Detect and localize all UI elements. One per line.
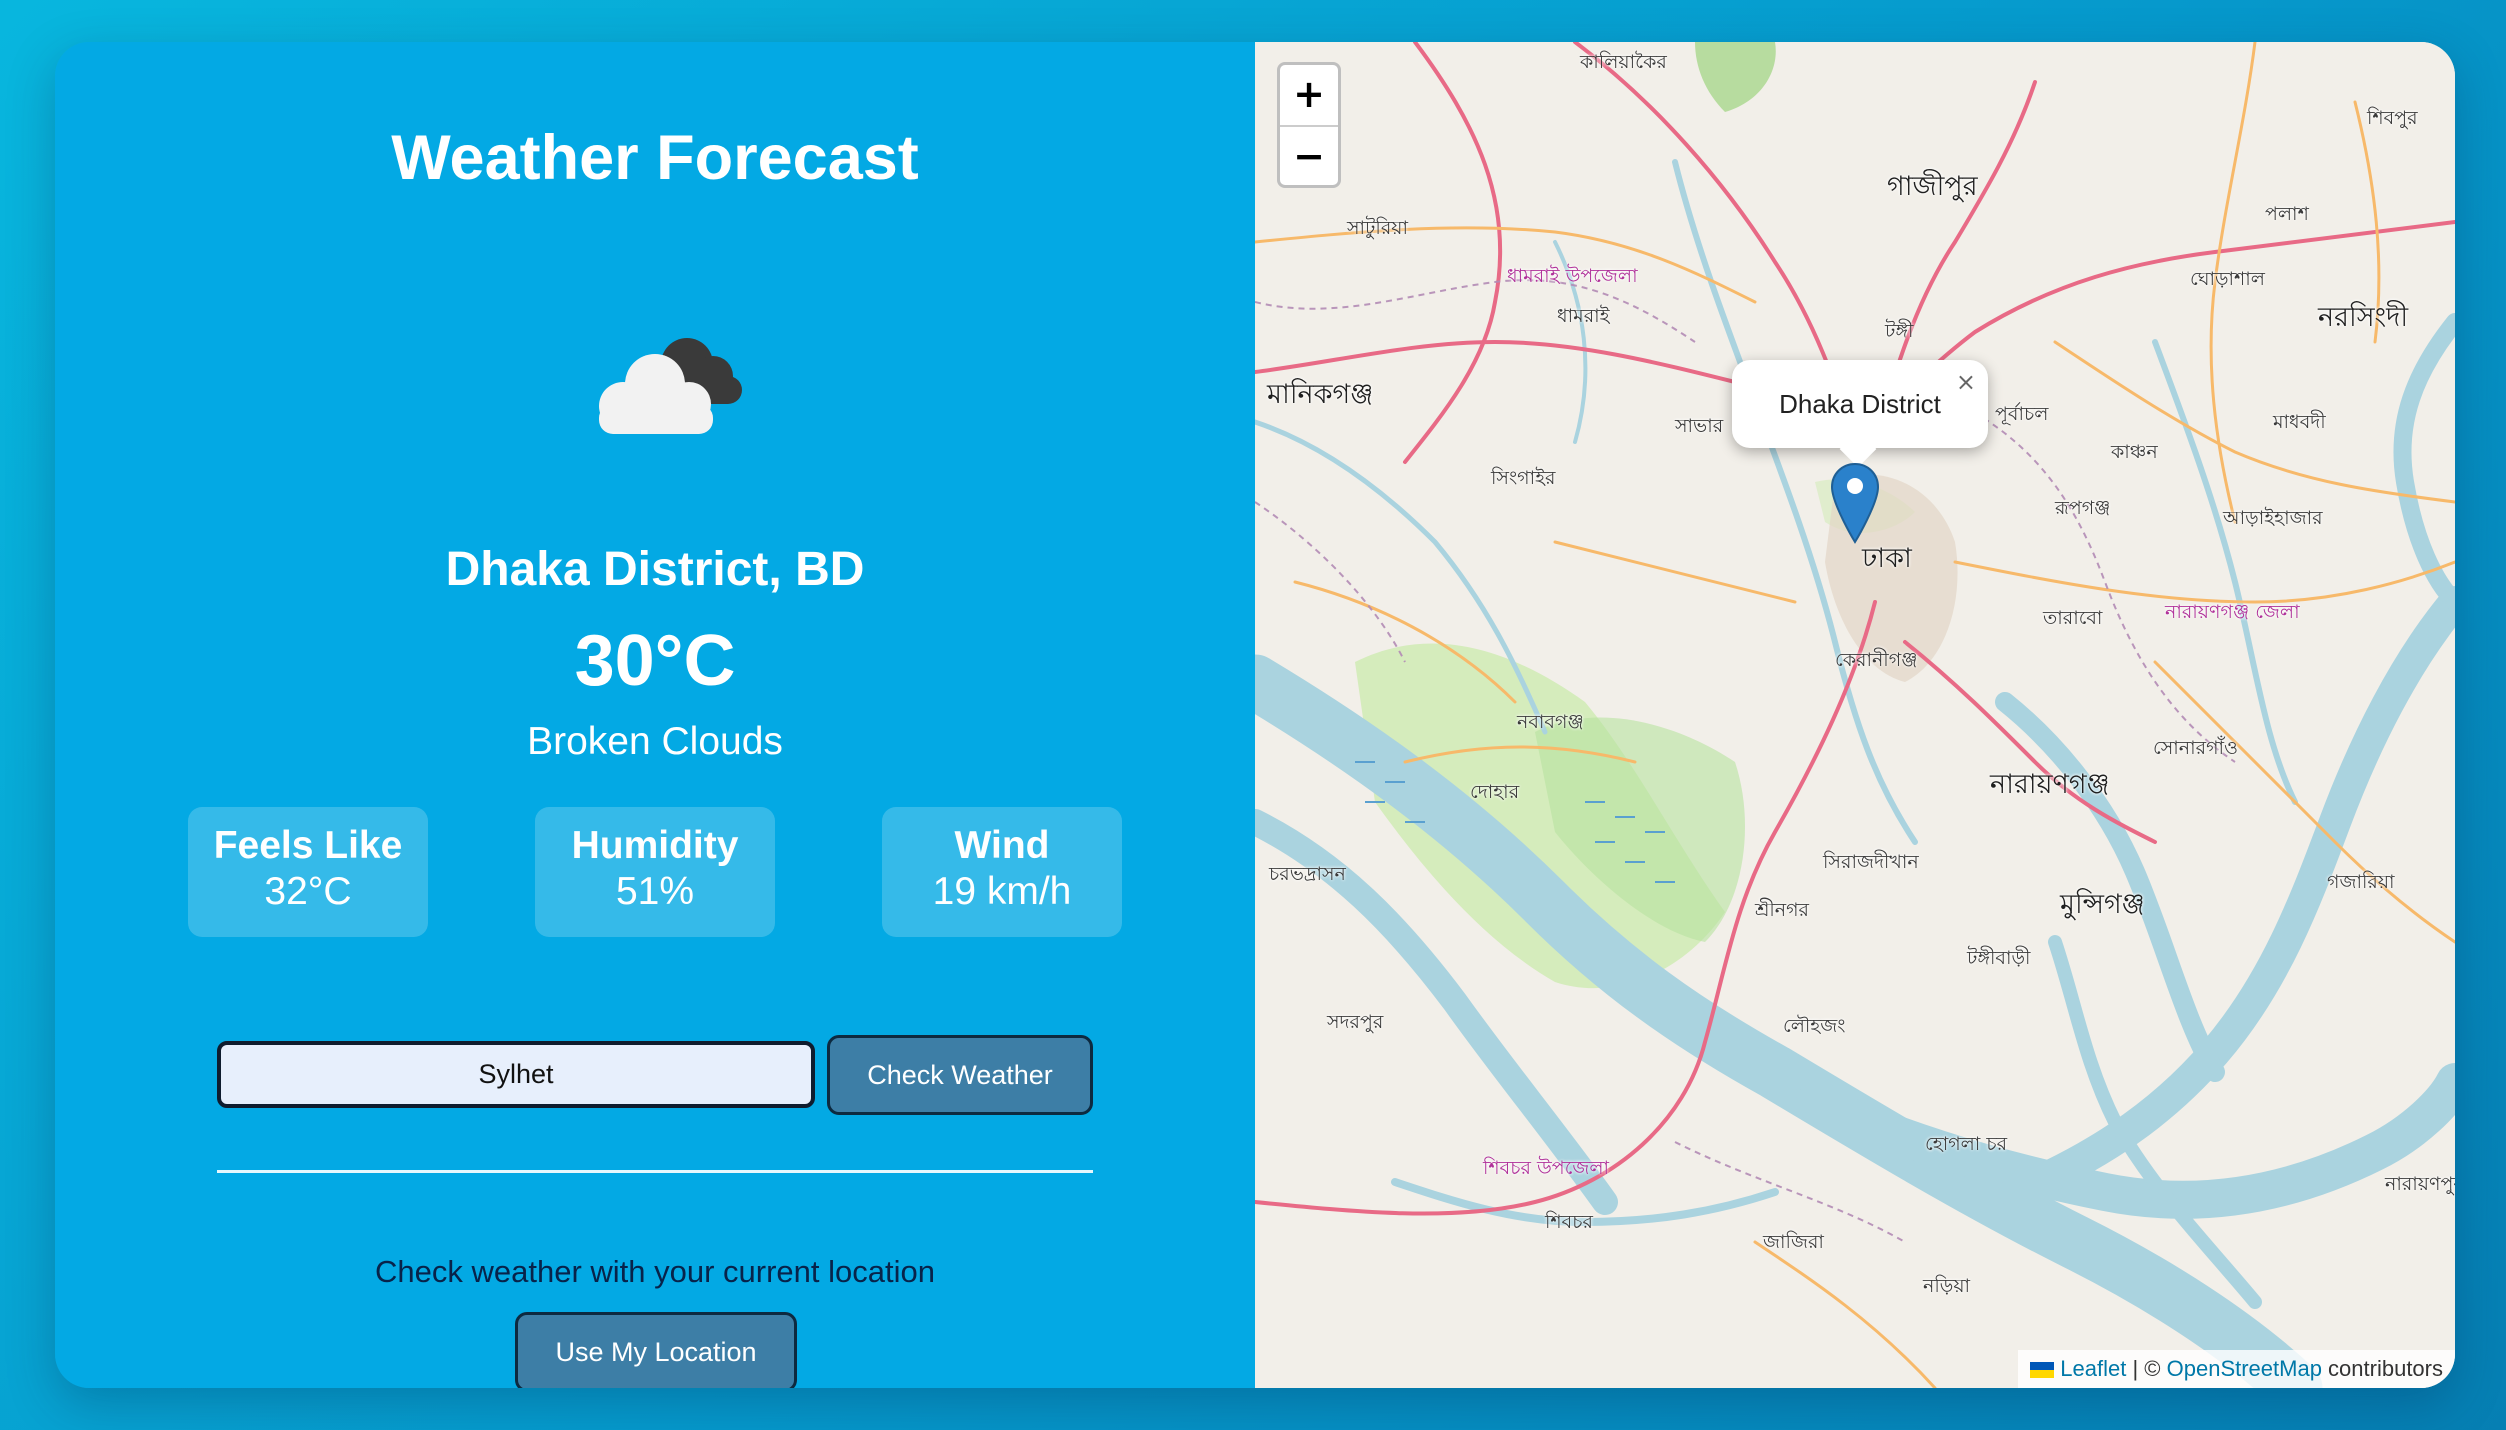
card-label: Wind <box>954 824 1050 867</box>
city-search-input[interactable] <box>217 1041 815 1108</box>
map-place-label: নরসিংদী <box>2318 302 2409 333</box>
map-place-label: ঢাকা <box>1862 543 1912 574</box>
attribution-separator: | © <box>2126 1356 2167 1381</box>
card-label: Humidity <box>571 824 739 867</box>
map-place-label: সদরপুর <box>1327 1011 1384 1033</box>
map-place-label: রূপগঞ্জ <box>2055 497 2111 519</box>
map-place-label: পলাশ <box>2265 203 2309 225</box>
map-place-label: শিবচর উপজেলা <box>1483 1157 1609 1179</box>
map-place-label: আড়াইহাজার <box>2223 507 2323 529</box>
check-weather-button[interactable]: Check Weather <box>827 1035 1093 1115</box>
map-place-label: সিংগাইর <box>1491 467 1556 489</box>
map-place-label: শিবপুর <box>2367 107 2418 129</box>
map-place-label: সাটুরিয়া <box>1347 217 1409 239</box>
map-place-label: মুন্সিগঞ্জ <box>2060 889 2145 920</box>
map-popup: Dhaka District × <box>1732 360 1988 468</box>
map-place-label: নারায়ণগঞ্জ <box>1990 769 2110 800</box>
map-place-label: টঙ্গীবাড়ী <box>1967 947 2031 969</box>
temperature: 30°C <box>574 621 736 701</box>
page-title: Weather Forecast <box>391 123 919 193</box>
map-place-label: দোহার <box>1470 781 1520 803</box>
card-value: 51% <box>615 870 695 913</box>
feels-like-card: Feels Like 32°C <box>188 807 428 937</box>
map-place-label: তারাবো <box>2043 607 2103 629</box>
wind-card: Wind 19 km/h <box>882 807 1122 937</box>
weather-metrics: Feels Like 32°C Humidity 51% Wind 19 km/… <box>55 807 1255 937</box>
leaflet-link[interactable]: Leaflet <box>2060 1356 2126 1381</box>
use-my-location-button[interactable]: Use My Location <box>515 1312 797 1388</box>
map-place-label: পূর্বাচল <box>1995 403 2049 425</box>
location-name: Dhaka District, BD <box>445 543 865 596</box>
map-place-label: টঙ্গী <box>1885 320 1914 342</box>
map-place-label: চরভদ্রাসন <box>1269 863 1346 885</box>
ukraine-flag-icon <box>2030 1362 2055 1378</box>
weather-description: Broken Clouds <box>527 720 783 763</box>
divider <box>217 1170 1093 1173</box>
map-place-label: সাভার <box>1675 415 1724 437</box>
map-place-label: নবাবগঞ্জ <box>1517 711 1584 733</box>
geolocation-prompt: Check weather with your current location <box>375 1254 935 1289</box>
close-icon[interactable]: × <box>1956 368 1976 396</box>
map-place-label: হোগলা চর <box>1925 1133 2008 1155</box>
card-value: 19 km/h <box>932 870 1072 913</box>
map[interactable]: কালিয়াকৈর গাজীপুর শিবপুর পলাশ সাটুরিয়া… <box>1255 42 2455 1388</box>
map-place-label: মাধবদী <box>2273 411 2326 433</box>
map-place-label: ধামরাই <box>1557 305 1610 327</box>
zoom-in-button[interactable]: + <box>1280 65 1338 125</box>
app-container: Weather Forecast Dhaka District, BD 30°C… <box>55 42 2455 1388</box>
card-label: Feels Like <box>213 824 403 867</box>
weather-panel: Weather Forecast Dhaka District, BD 30°C… <box>55 42 1255 1388</box>
map-place-label: নারায়ণগঞ্জ জেলা <box>2165 601 2300 623</box>
humidity-card: Humidity 51% <box>535 807 775 937</box>
zoom-out-button[interactable]: − <box>1280 125 1338 185</box>
map-place-label: কাঞ্চন <box>2111 441 2158 463</box>
map-place-label: গজারিয়া <box>2327 871 2395 893</box>
map-place-label: ধামরাই উপজেলা <box>1507 265 1638 287</box>
map-place-label: গাজীপুর <box>1887 171 1978 202</box>
card-value: 32°C <box>264 870 352 913</box>
map-place-label: সোনারগাঁও <box>2153 737 2239 759</box>
attribution-suffix: contributors <box>2321 1356 2443 1381</box>
map-place-label: নারায়ণপুর <box>2385 1173 2455 1195</box>
map-place-label: ঘোড়াশাল <box>2190 268 2265 290</box>
map-place-label: শ্রীনগর <box>1755 899 1810 921</box>
map-marker-icon[interactable] <box>1830 462 1880 544</box>
map-place-label: সিরাজদীখান <box>1823 851 1919 873</box>
map-place-label: শিবচর <box>1545 1211 1593 1233</box>
map-place-label: লৌহজং <box>1783 1015 1846 1037</box>
map-place-label: কালিয়াকৈর <box>1580 51 1667 73</box>
broken-clouds-icon <box>599 338 742 434</box>
openstreetmap-link[interactable]: OpenStreetMap <box>2167 1356 2322 1381</box>
zoom-control: + − <box>1277 62 1341 188</box>
map-place-label: কেরানীগঞ্জ <box>1835 649 1918 671</box>
popup-text: Dhaka District <box>1779 389 1941 419</box>
map-place-label: জাজিরা <box>1763 1231 1824 1253</box>
map-place-label: নড়িয়া <box>1923 1275 1971 1297</box>
map-tiles[interactable] <box>1255 42 2455 1388</box>
map-place-label: মানিকগঞ্জ <box>1267 379 1374 410</box>
map-attribution: Leaflet | © OpenStreetMap contributors <box>2018 1350 2455 1388</box>
